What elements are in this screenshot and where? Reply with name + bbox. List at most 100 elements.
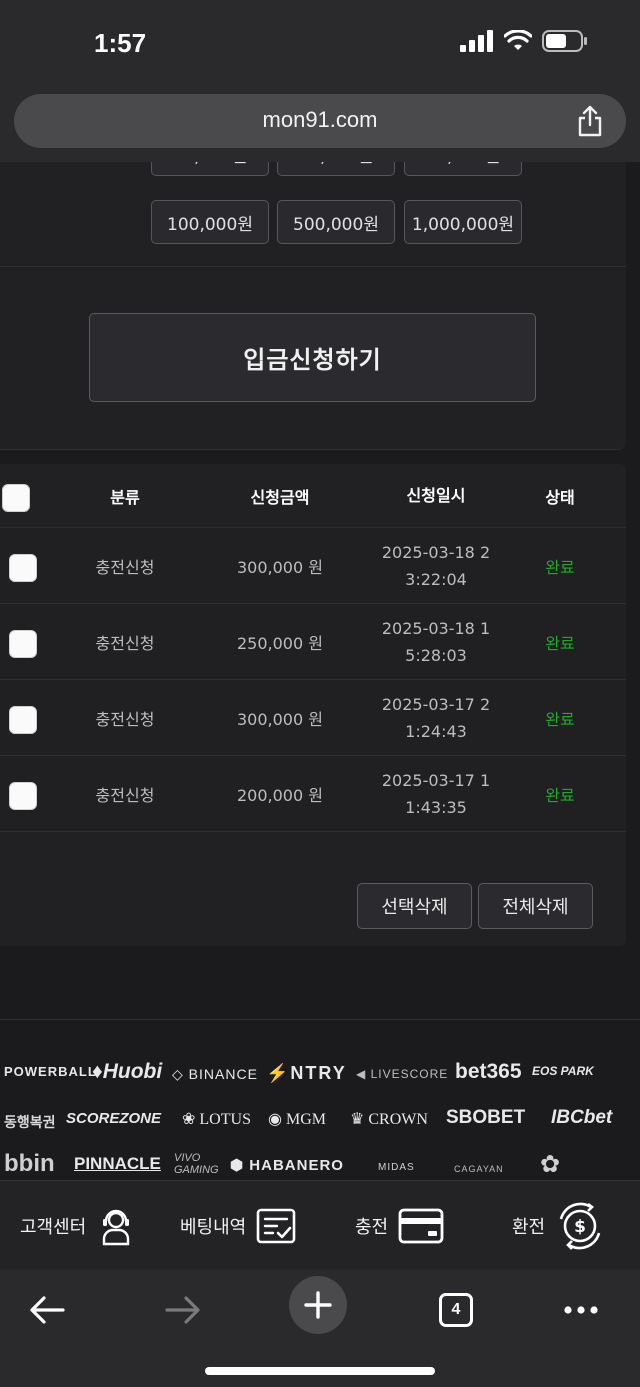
logo-lotus: ❀ LOTUS — [182, 1109, 251, 1129]
delete-selected-button[interactable]: 선택삭제 — [357, 883, 472, 929]
url-text: mon91.com — [262, 107, 378, 132]
logo-livescore: ◀ LIVESCORE — [356, 1067, 448, 1081]
logo-crown: ♛ CROWN — [350, 1109, 428, 1129]
logo-huobi-text: Huobi — [102, 1060, 163, 1083]
row-date: 2025-03-18 1 5:28:03 — [370, 605, 502, 679]
row-amount: 300,000 원 — [237, 710, 323, 729]
tabs-button[interactable]: 4 — [426, 1280, 486, 1340]
binance-icon: ◇ — [172, 1066, 184, 1082]
nav-deposit-label: 충전 — [355, 1217, 389, 1238]
checklist-icon — [256, 1208, 296, 1244]
table-row: 충전신청 200,000 원 2025-03-17 1 1:43:35 완료 — [0, 757, 626, 832]
row-status: 완료 — [545, 634, 575, 653]
nav-withdraw[interactable]: 환전 $ — [512, 1181, 605, 1271]
header-date: 신청일시 — [406, 486, 466, 505]
logo-habanero-text: HABANERO — [249, 1157, 344, 1174]
tab-count-badge: 4 — [439, 1293, 473, 1327]
habanero-icon: ⬢ — [230, 1157, 245, 1174]
deposit-form-card: 10,000원 30,000원 50,000원 100,000원 500,000… — [0, 162, 626, 450]
header-category: 분류 — [110, 487, 140, 507]
logo-ntry-text: NTRY — [290, 1063, 347, 1083]
arrow-left-icon — [30, 1296, 65, 1324]
logo-ibcbet: IBCbet — [551, 1107, 613, 1128]
nav-withdraw-label: 환전 — [512, 1217, 546, 1238]
row-category: 충전신청 — [95, 710, 155, 729]
logo-donghaeng: 동행복권 — [4, 1114, 56, 1130]
logo-ntry: ⚡NTRY — [266, 1063, 347, 1084]
logo-binance-text: BINANCE — [188, 1066, 258, 1082]
signal-icon — [460, 30, 493, 52]
logo-scorezone: SCOREZONE — [66, 1110, 162, 1127]
header-amount: 신청금액 — [250, 487, 310, 507]
row-status: 완료 — [545, 558, 575, 577]
logo-cagayan: CAGAYAN — [454, 1164, 504, 1174]
nav-support-label: 고객센터 — [20, 1217, 87, 1238]
row-date-line2: 3:22:04 — [405, 570, 467, 589]
row-status: 완료 — [545, 710, 575, 729]
row-date: 2025-03-18 2 3:22:04 — [370, 529, 502, 603]
headset-agent-icon — [103, 1209, 130, 1246]
deposit-apply-button[interactable]: 입금신청하기 — [89, 313, 536, 402]
exchange-dollar-icon: $ — [559, 1202, 601, 1250]
svg-text:$: $ — [574, 1217, 586, 1237]
back-button[interactable] — [17, 1280, 77, 1340]
logo-bbin: bbin — [4, 1150, 55, 1177]
logo-powerball: POWERBALL — [4, 1064, 97, 1079]
divider — [0, 266, 626, 267]
status-time: 1:57 — [94, 28, 147, 58]
logo-eospark: EOS PARK — [532, 1064, 594, 1078]
select-all-checkbox[interactable] — [2, 484, 30, 512]
flower-icon: ✿ — [540, 1151, 561, 1178]
nav-support[interactable]: 고객센터 — [20, 1181, 136, 1271]
amount-button-50000[interactable]: 50,000원 — [404, 162, 522, 176]
browser-toolbar: 4 — [0, 1270, 640, 1387]
row-date-line2: 1:24:43 — [405, 722, 467, 741]
row-checkbox[interactable] — [9, 706, 37, 734]
wifi-icon — [504, 30, 532, 50]
tab-count: 4 — [451, 1301, 461, 1318]
amount-button-30000[interactable]: 30,000원 — [277, 162, 395, 176]
row-status: 완료 — [545, 786, 575, 805]
forward-button[interactable] — [153, 1280, 213, 1340]
nav-betting-history[interactable]: 베팅내역 — [180, 1181, 296, 1271]
row-date-line2: 5:28:03 — [405, 646, 467, 665]
browser-top-chrome: 1:57 mon91.com — [0, 0, 640, 162]
address-bar[interactable]: mon91.com — [14, 94, 626, 148]
logo-habanero: ⬢ HABANERO — [230, 1156, 344, 1174]
row-checkbox[interactable] — [9, 782, 37, 810]
nav-deposit[interactable]: 충전 — [355, 1181, 444, 1271]
share-icon[interactable] — [576, 105, 604, 137]
arrow-right-icon — [165, 1296, 200, 1324]
amount-button-1000000[interactable]: 1,000,000원 — [404, 200, 522, 244]
logo-vivo-gaming: VIVO GAMING — [174, 1152, 219, 1176]
header-status: 상태 — [545, 487, 575, 507]
amount-button-10000[interactable]: 10,000원 — [151, 162, 269, 176]
row-amount: 300,000 원 — [237, 558, 323, 577]
delete-all-button[interactable]: 전체삭제 — [478, 883, 593, 929]
row-checkbox[interactable] — [9, 630, 37, 658]
new-tab-button[interactable] — [289, 1276, 347, 1334]
home-indicator — [205, 1367, 435, 1375]
logo-sbobet: SBOBET — [446, 1107, 526, 1128]
card-icon — [398, 1208, 444, 1244]
logo-crown-text: CROWN — [368, 1111, 428, 1128]
logo-livescore-text: LIVESCORE — [370, 1067, 449, 1081]
deposit-history-table: 분류 신청금액 신청일시 상태 충전신청 300,000 원 2025-03-1… — [0, 464, 626, 946]
amount-button-100000[interactable]: 100,000원 — [151, 200, 269, 244]
crown-icon: ♛ — [350, 1111, 365, 1128]
amount-button-500000[interactable]: 500,000원 — [277, 200, 395, 244]
table-row: 충전신청 250,000 원 2025-03-18 1 5:28:03 완료 — [0, 605, 626, 680]
battery-icon — [542, 30, 587, 52]
nav-history-label: 베팅내역 — [180, 1217, 247, 1238]
row-date: 2025-03-17 2 1:24:43 — [370, 681, 502, 755]
row-category: 충전신청 — [95, 558, 155, 577]
row-checkbox[interactable] — [9, 554, 37, 582]
row-date-line1: 2025-03-17 2 — [381, 695, 491, 714]
more-dots-icon — [564, 1306, 598, 1314]
lotus-icon: ❀ — [182, 1111, 196, 1128]
livescore-icon: ◀ — [356, 1067, 367, 1081]
more-button[interactable] — [551, 1280, 611, 1340]
flame-icon: ♦ — [92, 1060, 103, 1083]
logo-lotus-text: LOTUS — [199, 1111, 251, 1128]
table-row: 충전신청 300,000 원 2025-03-18 2 3:22:04 완료 — [0, 529, 626, 604]
